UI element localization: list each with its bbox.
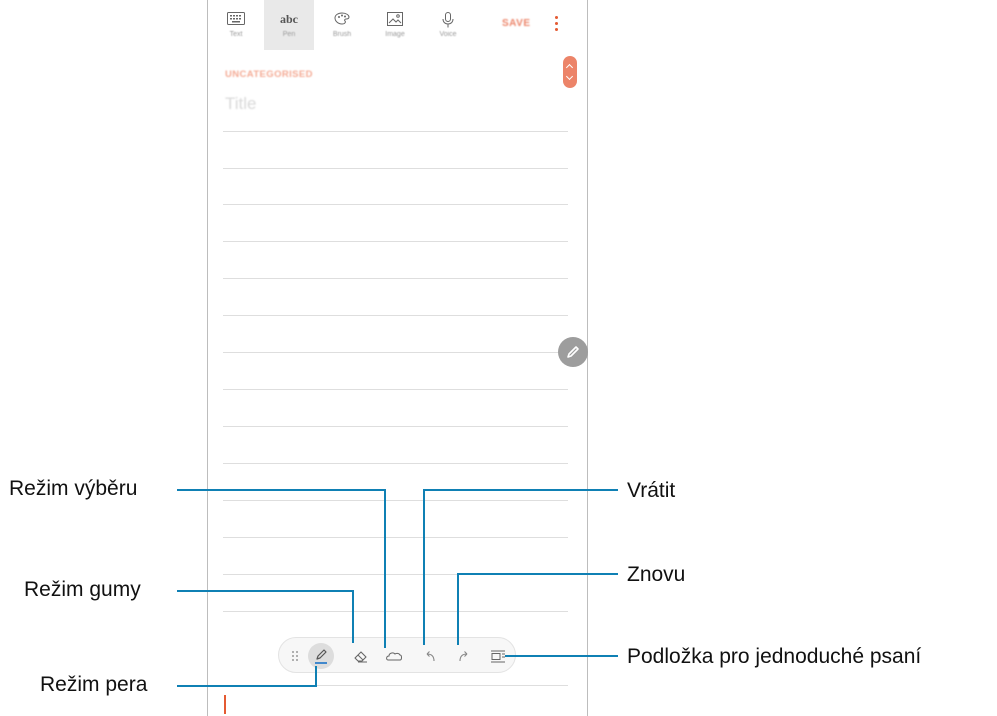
callout-eraser-mode: Režim gumy	[24, 578, 141, 601]
callout-undo: Vrátit	[627, 479, 676, 502]
leader-eraser-mode	[177, 590, 354, 643]
callout-selection-mode: Režim výběru	[9, 477, 138, 500]
callout-pen-mode: Režim pera	[40, 673, 148, 696]
callout-redo: Znovu	[627, 563, 686, 586]
leader-undo	[423, 489, 618, 645]
callout-easy-writing-pad: Podložka pro jednoduché psaní	[627, 645, 922, 668]
leader-pen-mode	[177, 666, 317, 687]
callout-leaders	[177, 489, 618, 687]
leader-redo	[457, 573, 618, 645]
